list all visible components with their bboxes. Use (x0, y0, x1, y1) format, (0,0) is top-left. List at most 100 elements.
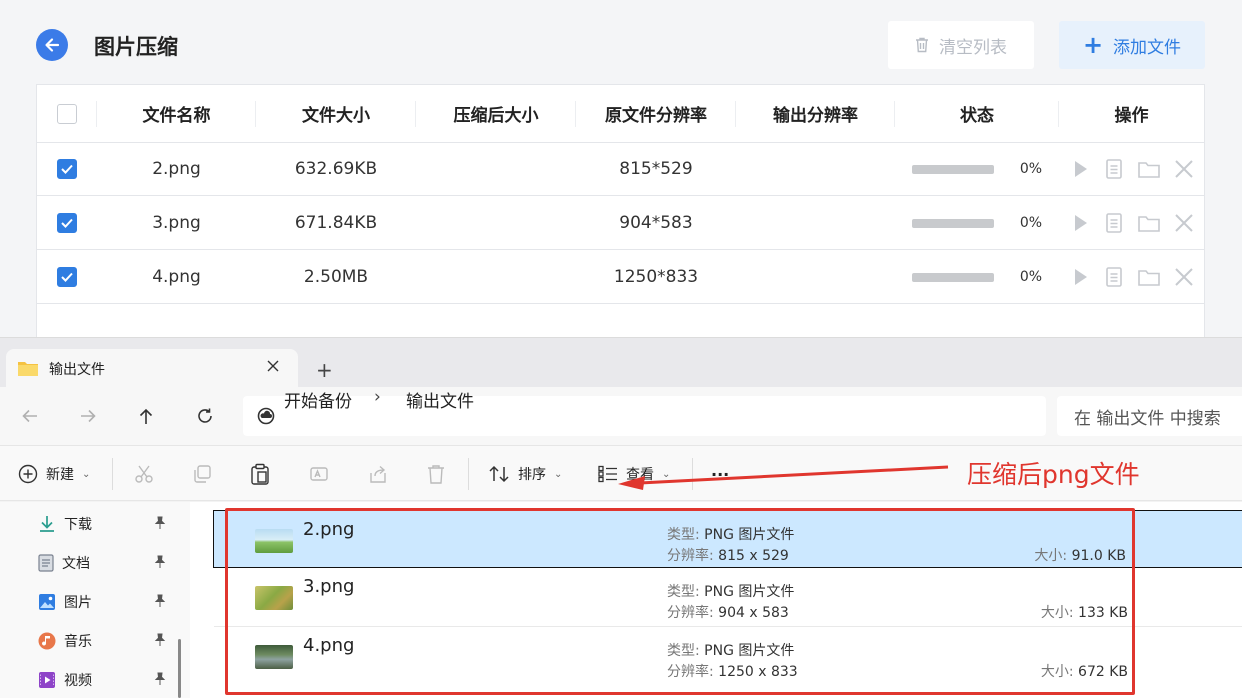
cut-icon[interactable] (134, 464, 154, 484)
view-label: 查看 (626, 467, 654, 483)
file-name: 4.png (303, 635, 355, 656)
row-checkbox[interactable] (57, 159, 77, 179)
row-file-size: 671.84KB (294, 213, 378, 233)
rename-icon[interactable] (309, 464, 329, 484)
delete-icon[interactable] (427, 464, 445, 484)
pin-icon[interactable] (154, 594, 166, 608)
forward-nav-button[interactable] (76, 404, 100, 428)
new-tab-button[interactable]: + (316, 358, 333, 382)
folder-icon (18, 362, 38, 376)
file-size-label: 大小: (1034, 548, 1068, 564)
copy-icon[interactable] (192, 464, 212, 484)
document-icon[interactable] (1103, 212, 1125, 234)
sidebar-item-downloads[interactable]: 下载 (38, 512, 168, 536)
add-file-button[interactable]: + 添加文件 (1059, 21, 1205, 69)
sidebar-item-label: 图片 (64, 595, 92, 611)
close-icon[interactable] (1173, 158, 1195, 180)
sidebar-item-videos[interactable]: 视频 (38, 668, 168, 692)
annotation-label: 压缩后png文件 (967, 460, 1140, 489)
chevron-down-icon: ⌄ (554, 468, 563, 480)
folder-icon[interactable] (1137, 212, 1161, 234)
close-icon[interactable] (1173, 266, 1195, 288)
sidebar-item-label: 视频 (64, 673, 92, 689)
row-file-size: 2.50MB (303, 267, 369, 287)
chevron-down-icon: ⌄ (82, 468, 91, 480)
col-header-original-resolution: 原文件分辨率 (576, 85, 736, 142)
file-table: 文件名称 文件大小 压缩后大小 原文件分辨率 输出分辨率 状态 操作 2.png… (36, 84, 1205, 340)
file-resolution-label: 分辨率: (667, 605, 714, 621)
document-icon[interactable] (1103, 266, 1125, 288)
row-original-resolution: 1250*833 (613, 267, 699, 287)
back-button[interactable] (36, 29, 68, 61)
sidebar-item-label: 下载 (64, 517, 92, 533)
close-icon[interactable] (1173, 212, 1195, 234)
file-type: PNG 图片文件 (704, 584, 795, 600)
list-item[interactable]: 4.png 类型: PNG 图片文件 分辨率: 1250 x 833 大小: 6… (214, 627, 1242, 685)
col-header-compressed-size: 压缩后大小 (416, 85, 576, 142)
page-title: 图片压缩 (94, 35, 178, 59)
progress-text: 0% (1019, 161, 1043, 177)
file-list: 2.png 类型: PNG 图片文件 分辨率: 815 x 529 大小: 91… (190, 502, 1242, 698)
list-item[interactable]: 3.png 类型: PNG 图片文件 分辨率: 904 x 583 大小: 13… (214, 568, 1242, 626)
cloud-backup-icon (257, 407, 275, 425)
pin-icon[interactable] (154, 516, 166, 530)
paste-icon[interactable] (250, 463, 270, 485)
progress-bar (911, 164, 994, 174)
tab-output-folder[interactable]: 输出文件 (6, 349, 298, 388)
list-item[interactable]: 2.png 类型: PNG 图片文件 分辨率: 815 x 529 大小: 91… (213, 510, 1242, 568)
select-all-checkbox[interactable] (57, 103, 77, 124)
progress-bar (911, 272, 994, 282)
folder-icon[interactable] (1137, 158, 1161, 180)
file-resolution-label: 分辨率: (667, 548, 714, 564)
view-button[interactable]: 查看 ⌄ (598, 446, 670, 502)
sidebar-item-documents[interactable]: 文档 (38, 551, 168, 575)
play-icon[interactable] (1069, 158, 1091, 180)
play-icon[interactable] (1069, 212, 1091, 234)
pin-icon[interactable] (154, 633, 166, 647)
sidebar-item-pictures[interactable]: 图片 (38, 590, 168, 614)
progress-text: 0% (1019, 215, 1043, 231)
address-bar[interactable] (243, 396, 1046, 436)
pictures-icon (39, 594, 55, 610)
file-name: 2.png (303, 519, 355, 540)
table-row: 4.png 2.50MB 1250*833 0% (37, 251, 1204, 304)
file-type-label: 类型: (667, 527, 700, 543)
file-resolution: 904 x 583 (718, 605, 789, 621)
row-compressed-size (416, 251, 576, 303)
breadcrumb-home[interactable]: 开始备份 (284, 387, 352, 412)
thumbnail-landscape-icon (255, 529, 293, 553)
back-nav-button[interactable] (18, 404, 42, 428)
sidebar-scrollbar[interactable] (178, 639, 181, 698)
search-input[interactable]: 在 输出文件 中搜索 (1057, 396, 1242, 436)
file-explorer-window: 输出文件 + 开始备份 › 输出文件 在 输出文件 中搜索 新建 ⌄ 排序 ⌄ … (0, 337, 1242, 698)
file-type-label: 类型: (667, 643, 700, 659)
sort-label: 排序 (518, 467, 546, 483)
close-icon[interactable] (266, 359, 280, 373)
image-compress-app: 图片压缩 清空列表 + 添加文件 文件名称 文件大小 压缩后大小 原文件分辨率 … (0, 0, 1242, 340)
trash-icon (916, 37, 928, 53)
arrow-right-icon (81, 409, 96, 423)
up-nav-button[interactable] (134, 404, 158, 428)
sidebar-item-music[interactable]: 音乐 (38, 629, 168, 653)
row-checkbox[interactable] (57, 267, 77, 287)
document-icon[interactable] (1103, 158, 1125, 180)
row-checkbox[interactable] (57, 213, 77, 233)
folder-icon[interactable] (1137, 266, 1161, 288)
new-button[interactable]: 新建 ⌄ (18, 446, 90, 502)
row-output-resolution (736, 143, 895, 195)
clear-list-button[interactable]: 清空列表 (888, 21, 1034, 69)
share-icon[interactable] (368, 464, 388, 484)
row-output-resolution (736, 197, 895, 249)
more-options-button[interactable]: ··· (711, 446, 729, 502)
pin-icon[interactable] (154, 555, 166, 569)
navigation-bar: 开始备份 › 输出文件 在 输出文件 中搜索 (0, 387, 1242, 445)
play-icon[interactable] (1069, 266, 1091, 288)
arrow-up-icon (139, 408, 153, 424)
refresh-button[interactable] (193, 404, 217, 428)
sort-button[interactable]: 排序 ⌄ (488, 446, 562, 502)
pin-icon[interactable] (154, 672, 166, 686)
col-header-status: 状态 (895, 85, 1059, 142)
breadcrumb-current[interactable]: 输出文件 (406, 387, 474, 412)
col-header-size: 文件大小 (256, 85, 416, 142)
row-compressed-size (416, 143, 576, 195)
